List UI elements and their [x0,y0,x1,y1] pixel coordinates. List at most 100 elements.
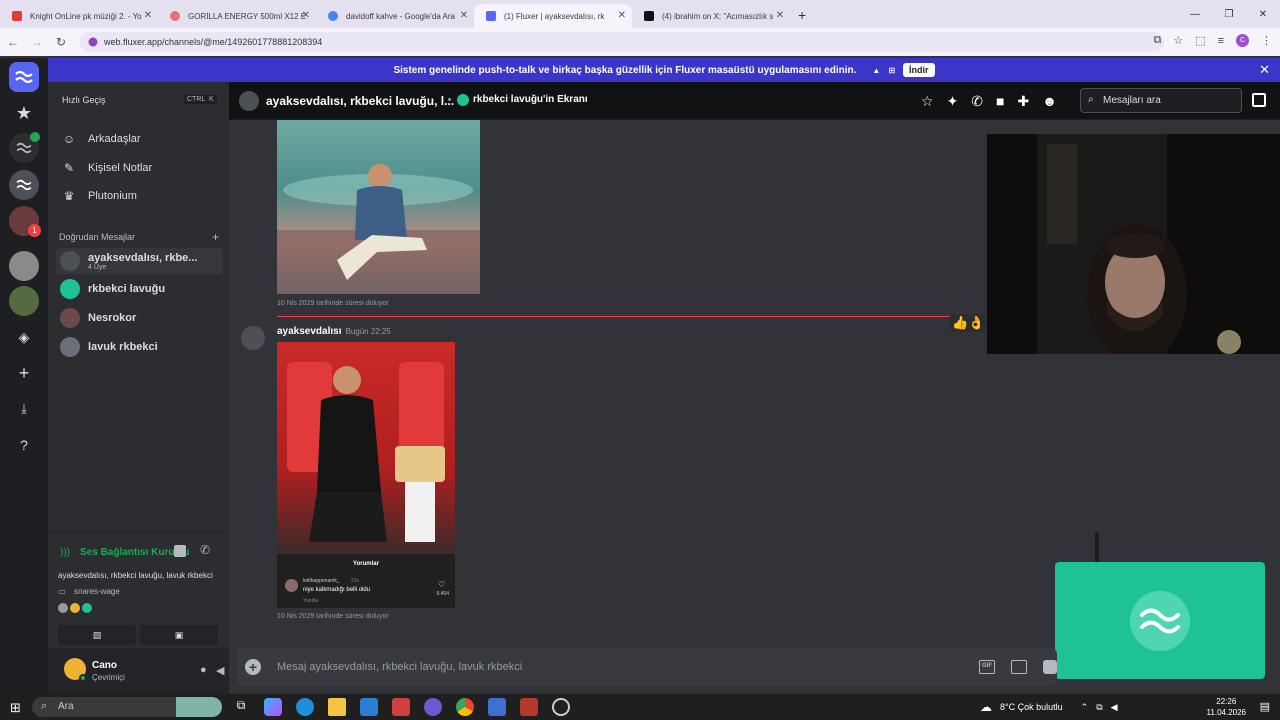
start-windows-icon[interactable]: ⊞ [10,700,21,716]
notification-icon[interactable]: ▤ [1260,700,1270,713]
close-window-icon[interactable]: ✕ [1246,0,1280,28]
volume-icon[interactable]: ◀ [1111,702,1118,713]
dot-separator [448,98,451,101]
help-icon[interactable]: ? [9,430,39,460]
sidebar-item-friends[interactable]: ☺ Arkadaşlar [56,126,221,152]
inbox-icon[interactable] [1252,93,1266,107]
network-icon[interactable]: ⧉ [1096,702,1102,713]
close-tab-icon[interactable]: ✕ [776,10,784,21]
ok-hand-icon[interactable]: 👌 [968,315,984,330]
browser-tab[interactable]: Knight OnLine pk müziği 2. - Yo ✕ [0,4,158,28]
gif-button[interactable]: GIF [979,660,995,674]
back-icon[interactable]: ← [2,35,24,49]
speaker-icon[interactable]: ◀ [216,664,224,677]
home-icon[interactable] [9,62,39,92]
task-view-icon[interactable]: ⧉ [232,698,250,716]
app-icon[interactable] [424,698,442,716]
close-icon[interactable]: ✕ [1259,62,1270,78]
download-icon[interactable]: ⤓ [9,394,39,424]
video-feed[interactable] [987,134,1280,354]
noise-icon[interactable] [174,545,186,557]
app-icon[interactable] [392,698,410,716]
sidebar-item-notes[interactable]: ✎ Kişisel Notlar [56,155,221,181]
browser-tab[interactable]: (4) ibrahim on X: "Acımasızlık s ✕ [632,4,790,28]
windows-taskbar: ⊞ ⌕ Ara ⧉ ☁ 8°C Çok bulutlu ⌃ ⧉ ◀ 22:26 … [0,694,1280,720]
attach-plus-button[interactable]: + [245,659,261,675]
screen-share-label[interactable]: rkbekci lavuğu'in Ekranı [457,94,588,105]
voice-badge-icon [30,132,40,142]
image-icon[interactable] [1011,660,1027,674]
favorites-star-icon[interactable]: ★ [9,98,39,128]
install-icon[interactable]: ⧉ [1153,34,1161,47]
camera-off-button[interactable]: ▨ [58,625,136,645]
menu-icon[interactable]: ⋮ [1261,34,1272,47]
clock[interactable]: 22:26 11.04.2026 [1207,696,1246,718]
add-member-icon[interactable]: ✚ [1018,93,1030,110]
pin-icon[interactable]: ✦ [947,93,959,110]
author-avatar[interactable] [241,326,265,350]
browser-tab[interactable]: GORİLLA ENERGY 500ml X12 E ✕ [158,4,316,28]
dm-item[interactable]: lavuk rkbekci [56,334,223,360]
close-tab-icon[interactable]: ✕ [618,10,626,21]
bookmark-star-icon[interactable]: ☆ [1173,34,1183,47]
dm-item-group[interactable]: ayaksevdalısı, rkbe... 4 Üye [56,248,223,274]
sticker-icon[interactable] [1043,660,1057,674]
download-button[interactable]: İndir [903,63,935,77]
minimize-icon[interactable]: — [1178,0,1212,28]
attachment-image[interactable]: Yorumlar letithappenamk_ 21s niye kalkma… [277,342,455,608]
close-tab-icon[interactable]: ✕ [460,10,468,21]
game-icon[interactable] [520,698,538,716]
message-composer[interactable]: + Mesaj ayaksevdalısı, rkbekci lavuğu, l… [237,648,1057,686]
explore-compass-icon[interactable]: ◈ [9,322,39,352]
add-server-icon[interactable]: + [9,358,39,388]
microphone-icon[interactable]: ● [200,664,207,676]
disconnect-phone-icon[interactable]: ✆ [200,543,210,557]
user-avatar[interactable] [9,286,39,316]
new-dm-button[interactable]: + [212,230,219,244]
extensions-icon[interactable]: ⬚ [1195,34,1205,47]
file-explorer-icon[interactable] [328,698,346,716]
close-tab-icon[interactable]: ✕ [144,10,152,21]
profile-avatar[interactable]: C [1236,34,1249,47]
dm-item[interactable]: Nesrokor [56,305,223,331]
search-input[interactable]: ⌕ Mesajları ara [1080,88,1242,113]
video-call-icon[interactable]: ■ [996,93,1004,110]
chrome-icon[interactable] [456,698,474,716]
forward-icon[interactable]: → [26,35,48,49]
reload-icon[interactable]: ↻ [50,35,72,49]
app-icon[interactable] [552,698,570,716]
site-info-icon[interactable] [88,37,98,47]
members-icon[interactable]: ☻ [1042,93,1057,110]
dm-item[interactable]: rkbekci lavuğu [56,276,223,302]
favorite-star-icon[interactable]: ☆ [921,93,934,110]
screen-share-button[interactable]: ▣ [140,625,218,645]
reaction-emojis[interactable]: 👍👌 [949,314,988,332]
server-icon[interactable] [9,170,39,200]
sidebar-item-plutonium[interactable]: ♛ Plutonium [56,183,221,209]
like-count: 9.454 [436,591,449,597]
app-icon[interactable] [488,698,506,716]
new-tab-button[interactable]: + [798,7,806,23]
restore-icon[interactable]: ❐ [1212,0,1246,28]
message-author[interactable]: ayaksevdalısı Bugün 22:25 [277,326,391,337]
tray-chevron-icon[interactable]: ⌃ [1081,702,1089,713]
weather-text[interactable]: 8°C Çok bulutlu [1000,702,1063,712]
voice-call-icon[interactable]: ✆ [971,93,983,110]
quick-switcher[interactable]: Hızlı Geçiş CTRL K [48,82,229,118]
close-tab-icon[interactable]: ✕ [302,10,310,21]
taskbar-search[interactable]: ⌕ Ara [32,697,222,717]
participant-tile[interactable] [1055,562,1265,679]
url-input[interactable]: web.fluxer.app/channels/@me/149260177888… [80,32,1164,52]
banner-text: Sistem genelinde push-to-talk ve birkaç … [393,64,857,76]
user-avatar[interactable] [9,251,39,281]
google-icon [328,11,338,21]
thumbs-up-icon[interactable]: 👍 [952,315,968,330]
browser-tab[interactable]: davidoff kahve - Google'da Ara ✕ [316,4,474,28]
user-panel: Cano Çevrimiçi ● ◀ ⚙ [48,648,229,694]
attachment-image[interactable] [277,120,480,294]
copilot-icon[interactable] [264,698,282,716]
browser-tab-active[interactable]: (1) Fluxer | ayaksevdalısı, rk ✕ [474,4,632,28]
edge-icon[interactable] [296,698,314,716]
mail-icon[interactable] [360,698,378,716]
media-icon[interactable]: ≡ [1218,35,1224,47]
